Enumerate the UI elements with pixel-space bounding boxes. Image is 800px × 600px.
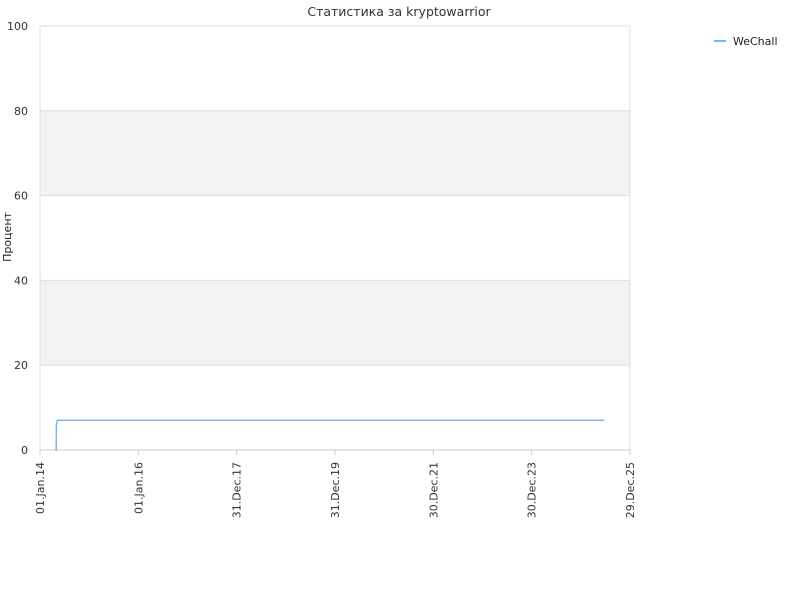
y-tick-label: 20 (14, 359, 28, 372)
y-tick-label: 80 (14, 105, 28, 118)
x-tick-label: 30.Dec.21 (427, 462, 440, 518)
chart-title: Статистика за kryptowarrior (307, 4, 491, 19)
plot-band (40, 280, 630, 366)
x-tick-label: 29.Dec.25 (624, 462, 637, 518)
plot-background (40, 26, 630, 450)
data-point (56, 419, 59, 422)
legend-item-label: WeChall (733, 35, 778, 48)
x-tick-label: 31.Dec.19 (329, 462, 342, 518)
data-point (602, 419, 605, 422)
x-tick-label: 01.Jan.14 (34, 462, 47, 514)
legend[interactable]: WeChall (714, 35, 778, 48)
plot-area (40, 26, 630, 450)
y-axis-label: Процент (1, 211, 14, 261)
y-tick-label: 40 (14, 274, 28, 287)
x-tick-label: 01.Jan.16 (132, 462, 145, 514)
y-tick-label: 100 (7, 20, 28, 33)
y-tick-label: 0 (21, 444, 28, 457)
data-point (55, 449, 58, 451)
x-axis: 01.Jan.14 01.Jan.16 31.Dec.17 31.Dec.19 30.D… (34, 449, 637, 518)
plot-band (40, 110, 630, 196)
data-point (55, 423, 58, 426)
chart: 0 20 40 60 80 100 01.Jan.14 01.Jan.16 31.Dec.17… (1, 4, 778, 518)
x-tick-label: 31.Dec.17 (231, 462, 244, 518)
x-tick-label: 30.Dec.23 (526, 462, 539, 518)
y-tick-label: 60 (14, 190, 28, 203)
